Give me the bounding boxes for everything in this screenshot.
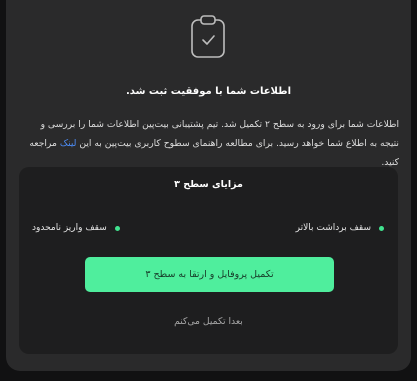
guide-link[interactable]: لینک: [60, 138, 77, 149]
benefit-item-deposit: سقف واریز نامحدود: [32, 223, 120, 233]
benefit-item-withdraw: سقف برداشت بالاتر: [296, 223, 384, 233]
level-benefits-card: مزایای سطح ۳ سقف برداشت بالاتر سقف واریز…: [19, 167, 398, 354]
bullet-dot-icon: [379, 225, 384, 231]
upgrade-level-button[interactable]: تکمیل پروفایل و ارتقا به سطح ۳: [85, 257, 334, 292]
clipboard-check-icon: [190, 14, 226, 60]
benefits-title: مزایای سطح ۳: [174, 179, 243, 190]
complete-later-button[interactable]: بعدا تکمیل می‌کنم: [19, 316, 398, 327]
benefit-label: سقف برداشت بالاتر: [295, 223, 371, 233]
success-modal: اطلاعات شما با موفقیت ثبت شد. اطلاعات شم…: [6, 0, 411, 371]
benefit-label: سقف واریز نامحدود: [32, 223, 107, 233]
modal-title: اطلاعات شما با موفقیت ثبت شد.: [126, 86, 291, 97]
bullet-dot-icon: [114, 225, 120, 231]
modal-description: اطلاعات شما برای ورود به سطح ۲ تکمیل شد.…: [20, 115, 399, 172]
description-text: اطلاعات شما برای ورود به سطح ۲ تکمیل شد.…: [40, 119, 399, 149]
